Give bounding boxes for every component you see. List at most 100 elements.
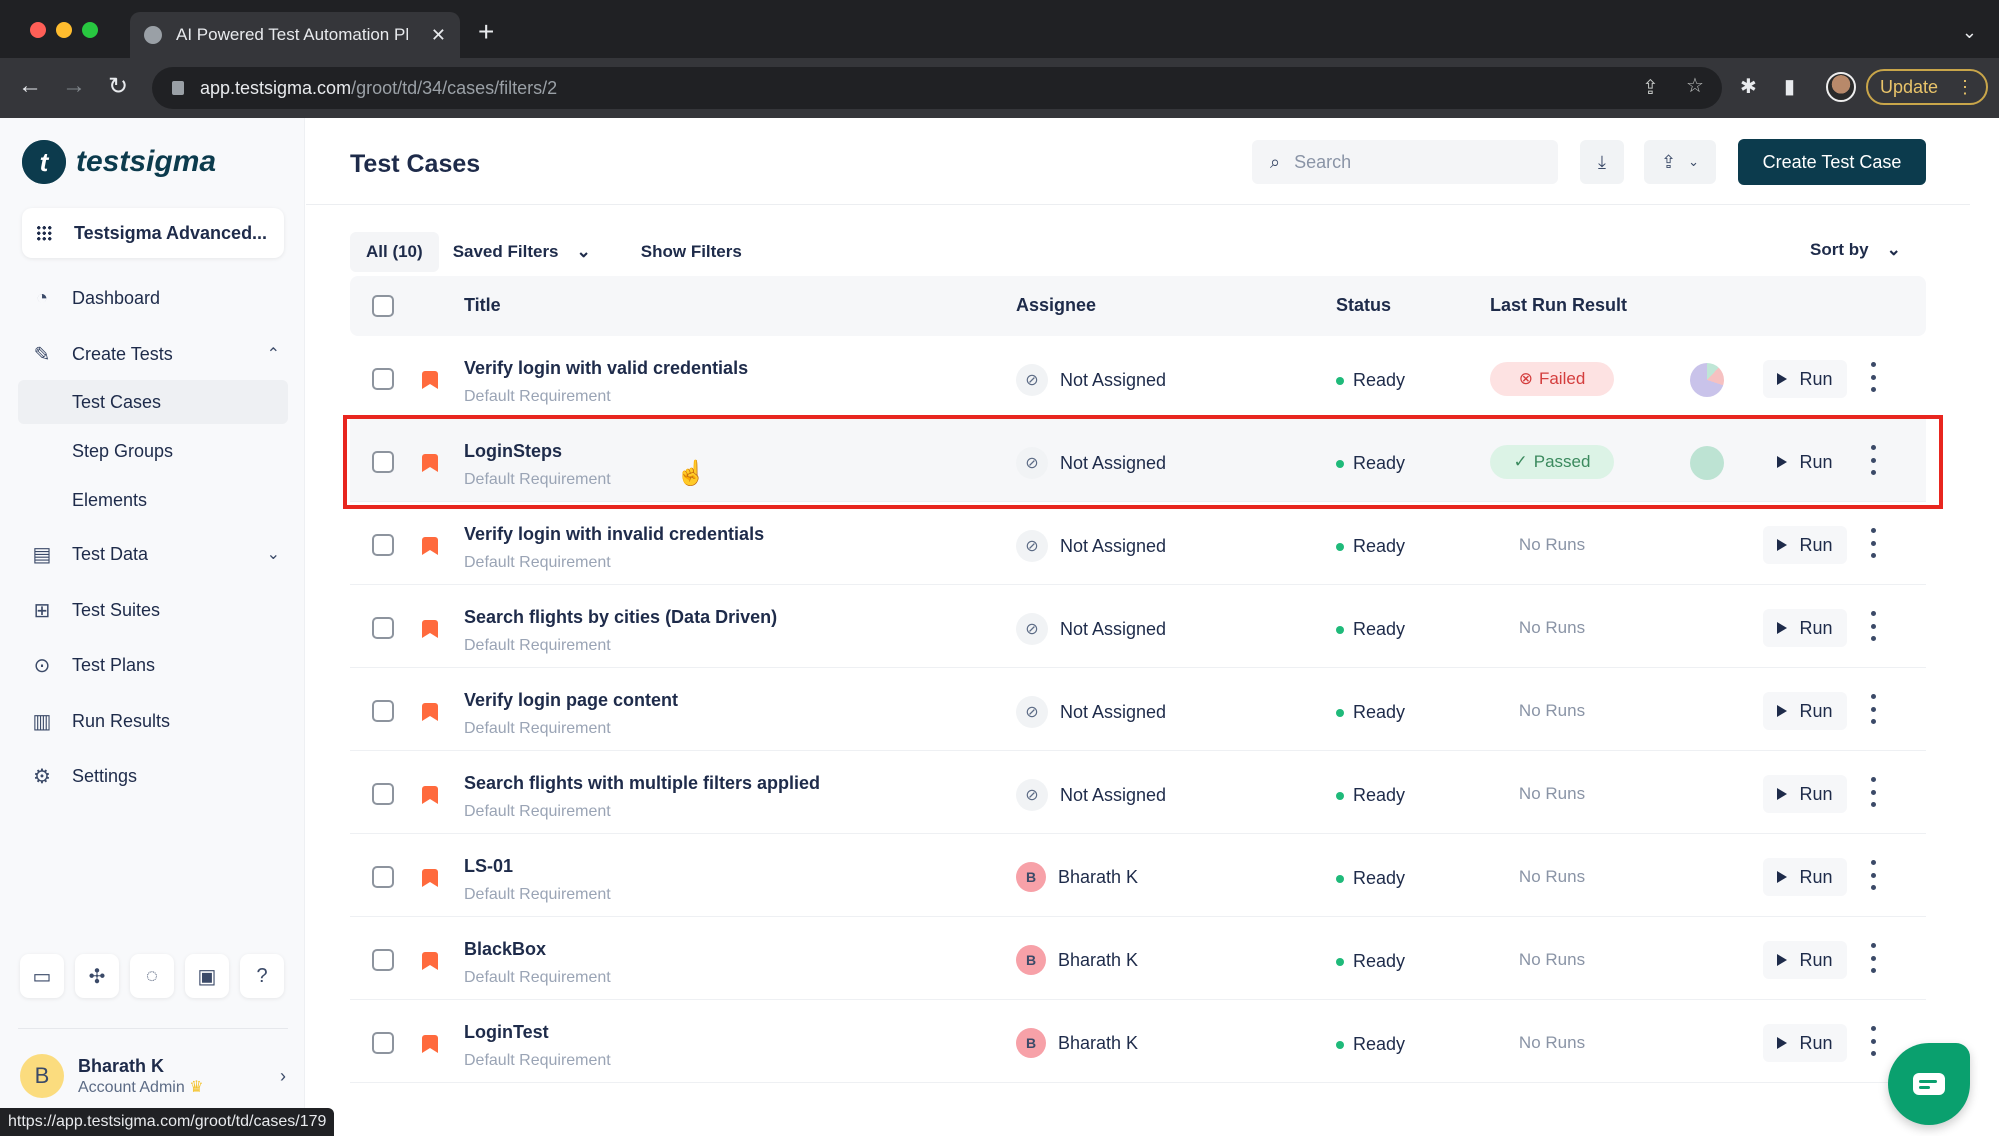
close-window-button[interactable] [30,22,46,38]
test-case-title[interactable]: LoginTest [464,1022,549,1043]
sidebar-item-create-tests[interactable]: ✎ Create Tests ⌃ [30,342,280,366]
more-options-icon[interactable] [1868,528,1878,558]
devices-icon[interactable]: ▭ [20,954,64,998]
test-case-title[interactable]: Search flights with multiple filters app… [464,773,820,794]
table-row[interactable]: LoginSteps Default Requirement ⊘ Not Assi… [350,419,1926,502]
import-button[interactable]: ⤓ [1580,140,1624,184]
saved-filters-dropdown[interactable]: Saved Filters ⌄ [453,242,591,262]
sidebar-item-test-suites[interactable]: ⊞ Test Suites [30,598,280,622]
gift-icon[interactable]: ▣ [185,954,229,998]
test-case-title[interactable]: Verify login page content [464,690,678,711]
sidebar-item-run-results[interactable]: ▥ Run Results [30,709,280,733]
chrome-menu-icon[interactable]: ⋮ [1956,77,1974,98]
chat-support-button[interactable] [1888,1043,1970,1125]
browser-tab[interactable]: AI Powered Test Automation Pl ✕ [130,12,460,58]
test-case-title[interactable]: Verify login with invalid credentials [464,524,764,545]
column-status[interactable]: Status [1336,295,1391,316]
row-checkbox[interactable] [372,534,394,556]
assignee[interactable]: ⊘ Not Assigned [1016,364,1166,396]
table-row[interactable]: Search flights by cities (Data Driven) D… [350,585,1926,668]
project-switcher[interactable]: Testsigma Advanced... [22,208,284,258]
run-button[interactable]: Run [1763,443,1847,481]
run-button[interactable]: Run [1763,858,1847,896]
row-checkbox[interactable] [372,368,394,390]
search-box[interactable]: ⌕ [1252,140,1558,184]
star-icon[interactable]: ☆ [1686,73,1704,98]
assignee[interactable]: B Bharath K [1016,1028,1138,1058]
column-title[interactable]: Title [464,295,501,316]
assignee[interactable]: ⊘ Not Assigned [1016,696,1166,728]
table-row[interactable]: Verify login page content Default Requir… [350,668,1926,751]
profile-avatar[interactable] [1826,72,1856,102]
more-options-icon[interactable] [1868,860,1878,890]
run-button[interactable]: Run [1763,526,1847,564]
more-options-icon[interactable] [1868,777,1878,807]
side-panel-icon[interactable]: ▮ [1784,74,1795,99]
table-row[interactable]: LS-01 Default Requirement B Bharath K Rea… [350,834,1926,917]
extensions-puzzle-icon[interactable]: ✱ [1740,74,1757,99]
user-menu[interactable]: B Bharath K Account Admin ♛ › [20,1054,290,1098]
run-button[interactable]: Run [1763,609,1847,647]
reload-icon[interactable]: ↻ [108,72,128,101]
new-tab-button[interactable]: + [478,16,494,48]
sort-by-dropdown[interactable]: Sort by ⌄ [1810,240,1901,260]
table-row[interactable]: BlackBox Default Requirement B Bharath K … [350,917,1926,1000]
create-test-case-button[interactable]: Create Test Case [1738,139,1926,185]
forward-arrow-icon[interactable]: → [62,72,86,100]
share-icon[interactable]: ⇪ [1642,75,1659,100]
row-checkbox[interactable] [372,949,394,971]
puzzle-icon[interactable]: ✣ [75,954,119,998]
show-filters-button[interactable]: Show Filters [641,242,742,262]
select-all-checkbox[interactable] [372,295,394,317]
sidebar-subitem-step-groups[interactable]: Step Groups [18,429,288,473]
sidebar-subitem-elements[interactable]: Elements [18,478,288,522]
sidebar-subitem-test-cases[interactable]: Test Cases [18,380,288,424]
minimize-window-button[interactable] [56,22,72,38]
more-options-icon[interactable] [1868,445,1878,475]
last-run-result-badge[interactable]: ✓ Passed [1490,445,1614,479]
assignee[interactable]: B Bharath K [1016,945,1138,975]
back-arrow-icon[interactable]: ← [18,72,42,100]
maximize-window-button[interactable] [82,22,98,38]
row-checkbox[interactable] [372,617,394,639]
export-button[interactable]: ⇪ ⌄ [1644,140,1716,184]
sidebar-item-dashboard[interactable]: ◔ Dashboard [30,286,280,310]
sidebar-item-test-plans[interactable]: ⊙ Test Plans [30,653,280,677]
search-input[interactable] [1294,151,1535,173]
assignee[interactable]: B Bharath K [1016,862,1138,892]
test-case-title[interactable]: LS-01 [464,856,513,877]
more-options-icon[interactable] [1868,362,1878,392]
column-last-run-result[interactable]: Last Run Result [1490,295,1627,316]
sidebar-item-test-data[interactable]: ▤ Test Data ⌄ [30,542,280,566]
test-case-title[interactable]: Search flights by cities (Data Driven) [464,607,777,628]
table-row[interactable]: Verify login with valid credentials Defa… [350,336,1926,419]
tab-search-chevron-icon[interactable]: ⌄ [1962,22,1977,43]
row-checkbox[interactable] [372,866,394,888]
run-button[interactable]: Run [1763,692,1847,730]
address-bar[interactable]: app.testsigma.com/groot/td/34/cases/filt… [152,67,1722,109]
row-checkbox[interactable] [372,783,394,805]
more-options-icon[interactable] [1868,1026,1878,1056]
run-button[interactable]: Run [1763,775,1847,813]
tab-close-icon[interactable]: ✕ [431,25,446,46]
row-checkbox[interactable] [372,1032,394,1054]
all-filter-chip[interactable]: All (10) [350,232,439,272]
assignee[interactable]: ⊘ Not Assigned [1016,613,1166,645]
row-checkbox[interactable] [372,451,394,473]
loader-icon[interactable]: ◌ [130,954,174,998]
logo[interactable]: t testsigma [22,140,216,184]
table-row[interactable]: Verify login with invalid credentials De… [350,502,1926,585]
assignee[interactable]: ⊘ Not Assigned [1016,530,1166,562]
test-case-title[interactable]: LoginSteps [464,441,562,462]
run-button[interactable]: Run [1763,1024,1847,1062]
table-row[interactable]: Search flights with multiple filters app… [350,751,1926,834]
test-case-title[interactable]: BlackBox [464,939,546,960]
row-checkbox[interactable] [372,700,394,722]
column-assignee[interactable]: Assignee [1016,295,1096,316]
update-button[interactable]: Update ⋮ [1866,69,1988,105]
more-options-icon[interactable] [1868,611,1878,641]
more-options-icon[interactable] [1868,943,1878,973]
more-options-icon[interactable] [1868,694,1878,724]
last-run-result-badge[interactable]: ⊗ Failed [1490,362,1614,396]
help-icon[interactable]: ? [240,954,284,998]
